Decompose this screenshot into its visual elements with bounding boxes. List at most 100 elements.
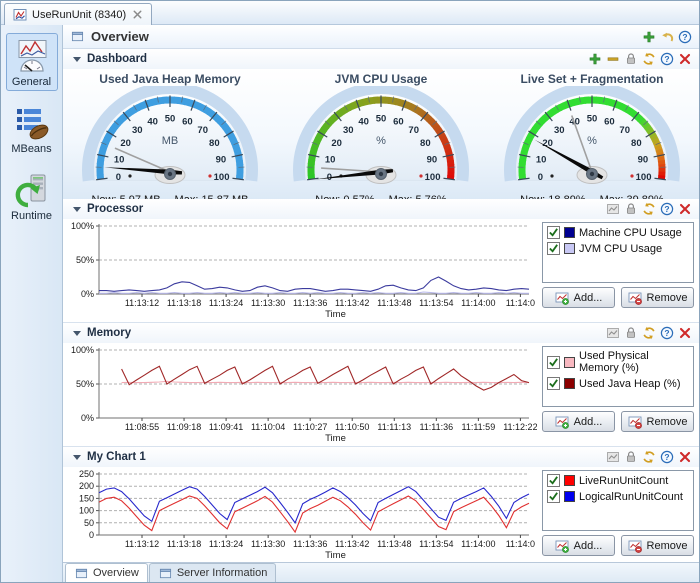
close-icon[interactable] [677, 202, 692, 217]
remove-series-button[interactable]: Remove [621, 535, 694, 556]
remove-button-label: Remove [647, 540, 688, 552]
svg-text:20: 20 [120, 138, 131, 149]
chart-add-icon [555, 290, 570, 305]
gauge-title: Live Set + Fragmentation [488, 72, 696, 86]
legend-item[interactable]: JVM CPU Usage [547, 242, 689, 255]
remove-series-button[interactable]: Remove [621, 411, 694, 432]
svg-text:250: 250 [79, 469, 94, 479]
dashboard-body: Used Java Heap Memory 010203040506070809… [63, 69, 699, 199]
add-series-button[interactable]: Add... [542, 287, 615, 308]
remove-button-label: Remove [647, 292, 688, 304]
close-icon[interactable] [677, 326, 692, 341]
legend-item[interactable]: Machine CPU Usage [547, 226, 689, 239]
close-icon[interactable] [677, 52, 692, 67]
section-header-dashboard[interactable]: Dashboard ? [63, 49, 699, 69]
freeze-icon[interactable] [623, 450, 638, 465]
collapse-triangle-icon[interactable] [73, 331, 81, 336]
svg-text:Time: Time [325, 309, 346, 320]
series-checkbox[interactable] [547, 242, 560, 255]
sidebar-item-label: General [12, 76, 51, 88]
header-toolbar: ? [641, 29, 692, 44]
help-icon[interactable]: ? [659, 326, 674, 341]
svg-text:50: 50 [165, 113, 176, 124]
close-icon[interactable] [677, 450, 692, 465]
section-header-memory[interactable]: Memory ? [63, 323, 699, 343]
refresh-icon[interactable] [641, 450, 656, 465]
gauge-title: JVM CPU Usage [277, 72, 485, 86]
section-toolbar: ? [605, 326, 692, 341]
chart-remove-icon [628, 538, 643, 553]
help-icon[interactable]: ? [659, 202, 674, 217]
series-checkbox[interactable] [547, 474, 560, 487]
svg-text:10: 10 [536, 155, 547, 166]
collapse-triangle-icon[interactable] [73, 207, 81, 212]
section-processor: Processor ? 0%50%100%11:13:1211:13:1811:… [63, 199, 699, 323]
legend-item[interactable]: LiveRunUnitCount [547, 474, 689, 487]
snapshot-icon[interactable] [605, 450, 620, 465]
section-header-processor[interactable]: Processor ? [63, 199, 699, 219]
memory-chart: 0%50%100%11:08:5511:09:1811:09:4111:10:0… [65, 345, 537, 444]
general-console-icon [13, 37, 51, 75]
svg-text:80: 80 [209, 138, 220, 149]
svg-text:11:14:00: 11:14:00 [461, 298, 495, 308]
refresh-icon[interactable] [641, 202, 656, 217]
svg-text:MB: MB [162, 135, 179, 147]
tab-overview[interactable]: Overview [65, 563, 148, 582]
add-chart-icon[interactable] [641, 29, 656, 44]
sidebar-item-runtime[interactable]: Runtime [6, 167, 58, 225]
svg-text:%: % [587, 135, 597, 147]
section-header-my-chart-1[interactable]: My Chart 1 ? [63, 447, 699, 467]
memory-legend: Used Physical Memory (%) Used Java Heap (… [542, 346, 694, 407]
editor-tab-userununit[interactable]: UseRunUnit (8340) [4, 3, 152, 25]
series-checkbox[interactable] [547, 226, 560, 239]
add-dial-icon[interactable] [587, 52, 602, 67]
series-checkbox[interactable] [547, 377, 560, 390]
remove-dial-icon[interactable] [605, 52, 620, 67]
collapse-triangle-icon[interactable] [73, 455, 81, 460]
legend-item[interactable]: Used Java Heap (%) [547, 377, 689, 390]
svg-text:50: 50 [587, 113, 598, 124]
freeze-icon[interactable] [623, 52, 638, 67]
help-icon[interactable]: ? [659, 52, 674, 67]
legend-item[interactable]: Used Physical Memory (%) [547, 350, 689, 374]
chart-add-icon [555, 414, 570, 429]
svg-text:0: 0 [538, 172, 543, 183]
freeze-icon[interactable] [623, 326, 638, 341]
help-icon[interactable]: ? [677, 29, 692, 44]
help-icon[interactable]: ? [659, 450, 674, 465]
svg-text:0: 0 [116, 172, 121, 183]
add-button-label: Add... [574, 540, 603, 552]
freeze-icon[interactable] [623, 202, 638, 217]
svg-text:70: 70 [619, 125, 630, 136]
svg-text:70: 70 [197, 125, 208, 136]
tab-label: Server Information [177, 567, 267, 579]
refresh-icon[interactable] [641, 52, 656, 67]
snapshot-icon[interactable] [605, 202, 620, 217]
add-series-button[interactable]: Add... [542, 411, 615, 432]
series-checkbox[interactable] [547, 356, 560, 369]
series-checkbox[interactable] [547, 490, 560, 503]
svg-text:11:13:12: 11:13:12 [125, 539, 159, 549]
add-series-button[interactable]: Add... [542, 535, 615, 556]
collapse-triangle-icon[interactable] [73, 57, 81, 62]
add-button-label: Add... [574, 292, 603, 304]
console-chart-icon [12, 7, 27, 22]
svg-text:50%: 50% [76, 255, 94, 265]
series-label: JVM CPU Usage [579, 243, 662, 255]
sidebar-item-label: MBeans [11, 143, 51, 155]
remove-series-button[interactable]: Remove [621, 287, 694, 308]
reset-icon[interactable] [659, 29, 674, 44]
sidebar-item-mbeans[interactable]: MBeans [6, 100, 58, 158]
svg-text:11:12:22: 11:12:22 [503, 422, 537, 432]
tab-server-information[interactable]: Server Information [149, 563, 276, 582]
sidebar-item-general[interactable]: General [6, 33, 58, 91]
section-title: Processor [87, 203, 143, 215]
close-tab-icon[interactable] [131, 8, 144, 21]
legend-item[interactable]: LogicalRunUnitCount [547, 490, 689, 503]
snapshot-icon[interactable] [605, 326, 620, 341]
refresh-icon[interactable] [641, 326, 656, 341]
svg-text:Time: Time [325, 550, 346, 561]
svg-text:50%: 50% [76, 379, 94, 389]
svg-text:11:13:18: 11:13:18 [167, 539, 201, 549]
sidebar-item-label: Runtime [11, 210, 52, 222]
